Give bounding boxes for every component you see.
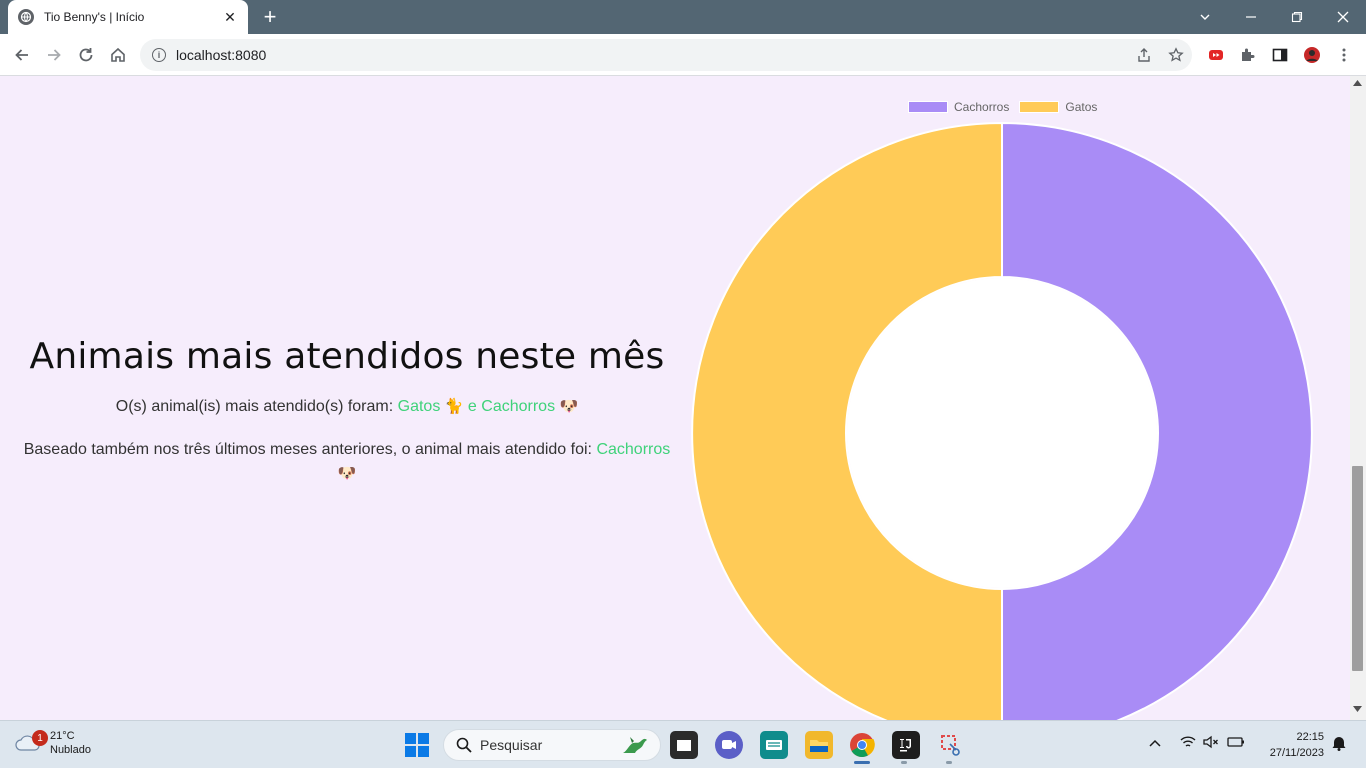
- task-view-icon[interactable]: [670, 731, 698, 759]
- browser-titlebar: Tio Benny's | Início ✕ +: [0, 0, 1366, 34]
- new-tab-button[interactable]: +: [258, 4, 282, 29]
- most-attended-label: O(s) animal(is) mais atendido(s) foram:: [115, 398, 394, 415]
- scroll-down-icon[interactable]: [1353, 706, 1362, 712]
- page-content: Animais mais atendidos neste mês O(s) an…: [0, 76, 1350, 720]
- doughnut-hole: [847, 278, 1157, 588]
- speaker-muted-icon[interactable]: [1203, 735, 1219, 752]
- weather-widget[interactable]: 1 21°C Nublado: [14, 729, 91, 757]
- weather-badge: 1: [32, 730, 48, 746]
- close-tab-icon[interactable]: ✕: [222, 9, 238, 25]
- dog-emoji-2: 🐶: [337, 465, 357, 482]
- intellij-indicator: [901, 761, 907, 764]
- three-month-line: Baseado também nos três últimos meses an…: [0, 438, 694, 486]
- url-text: localhost:8080: [176, 47, 267, 63]
- page-scrollbar[interactable]: [1350, 76, 1366, 720]
- legend-item-gatos[interactable]: Gatos: [1019, 100, 1097, 114]
- globe-icon: [18, 9, 34, 25]
- teams-chat-icon[interactable]: [715, 731, 743, 759]
- share-icon[interactable]: [1132, 43, 1156, 67]
- snipping-indicator: [946, 761, 952, 764]
- clock-date: 27/11/2023: [1269, 747, 1324, 759]
- three-month-label: Baseado também nos três últimos meses an…: [23, 441, 592, 458]
- search-placeholder: Pesquisar: [480, 737, 543, 753]
- weather-temp: 21°C: [50, 730, 75, 742]
- animal-cats: Gatos: [397, 398, 441, 415]
- intellij-icon[interactable]: [892, 731, 920, 759]
- back-icon[interactable]: [10, 43, 34, 67]
- extensions-puzzle-icon[interactable]: [1236, 43, 1260, 67]
- home-icon[interactable]: [106, 43, 130, 67]
- extension-icon[interactable]: [1204, 43, 1228, 67]
- wifi-icon[interactable]: [1180, 735, 1196, 752]
- profile-avatar[interactable]: [1300, 43, 1324, 67]
- menu-kebab-icon[interactable]: [1332, 43, 1356, 67]
- address-bar[interactable]: i localhost:8080: [140, 39, 1192, 71]
- legend-item-cachorros[interactable]: Cachorros: [908, 100, 1009, 114]
- search-icon: [456, 737, 472, 753]
- legend-swatch-gatos: [1019, 101, 1060, 113]
- forward-icon[interactable]: [42, 43, 66, 67]
- legend-label-gatos: Gatos: [1065, 100, 1098, 114]
- legend-swatch-cachorros: [908, 101, 948, 113]
- chrome-active-indicator: [854, 761, 870, 764]
- minimize-icon[interactable]: [1228, 0, 1274, 34]
- snipping-tool-icon[interactable]: [937, 731, 965, 759]
- keyboard-app-icon[interactable]: [760, 731, 788, 759]
- dog-emoji: 🐶: [559, 398, 579, 415]
- bookmark-star-icon[interactable]: [1164, 43, 1188, 67]
- tab-title: Tio Benny's | Início: [44, 10, 145, 24]
- chart-legend: Cachorros Gatos: [908, 100, 1107, 114]
- doughnut-svg: [691, 121, 1313, 720]
- chevron-up-icon[interactable]: [1148, 735, 1162, 751]
- browser-toolbar: i localhost:8080: [0, 34, 1366, 76]
- clock-time: 22:15: [1296, 731, 1324, 743]
- site-info-icon[interactable]: i: [152, 48, 166, 62]
- scroll-thumb[interactable]: [1352, 466, 1363, 671]
- cat-emoji: 🐈: [444, 398, 464, 415]
- most-attended-line: O(s) animal(is) mais atendido(s) foram: …: [0, 397, 694, 416]
- summary-section: Animais mais atendidos neste mês O(s) an…: [0, 336, 694, 486]
- windows-taskbar: 1 21°C Nublado Pesquisar 22:15 27/11/202…: [0, 720, 1366, 768]
- tab-search-icon[interactable]: [1182, 0, 1228, 34]
- legend-label-cachorros: Cachorros: [954, 100, 1010, 114]
- reload-icon[interactable]: [74, 43, 98, 67]
- windows-start-icon[interactable]: [405, 733, 429, 757]
- notification-bell-icon[interactable]: [1332, 735, 1346, 754]
- browser-tab[interactable]: Tio Benny's | Início ✕: [8, 0, 248, 34]
- cloud-icon: 1: [14, 730, 48, 754]
- three-month-animal: Cachorros: [596, 441, 671, 458]
- close-window-icon[interactable]: [1320, 0, 1366, 34]
- scroll-up-icon[interactable]: [1353, 80, 1362, 86]
- restore-icon[interactable]: [1274, 0, 1320, 34]
- animal-dogs: e Cachorros: [467, 398, 556, 415]
- weather-desc: Nublado: [50, 744, 91, 756]
- dragon-icon: [620, 733, 650, 762]
- doughnut-chart: Cachorros Gatos: [680, 86, 1340, 720]
- page-title: Animais mais atendidos neste mês: [29, 336, 665, 377]
- file-explorer-icon[interactable]: [805, 731, 833, 759]
- system-clock[interactable]: 22:15 27/11/2023: [1258, 729, 1324, 761]
- battery-icon[interactable]: [1227, 735, 1245, 752]
- weather-text: 21°C Nublado: [50, 729, 91, 757]
- side-panel-icon[interactable]: [1268, 43, 1292, 67]
- taskbar-search[interactable]: Pesquisar: [443, 729, 661, 761]
- chrome-taskbar-icon[interactable]: [848, 731, 876, 759]
